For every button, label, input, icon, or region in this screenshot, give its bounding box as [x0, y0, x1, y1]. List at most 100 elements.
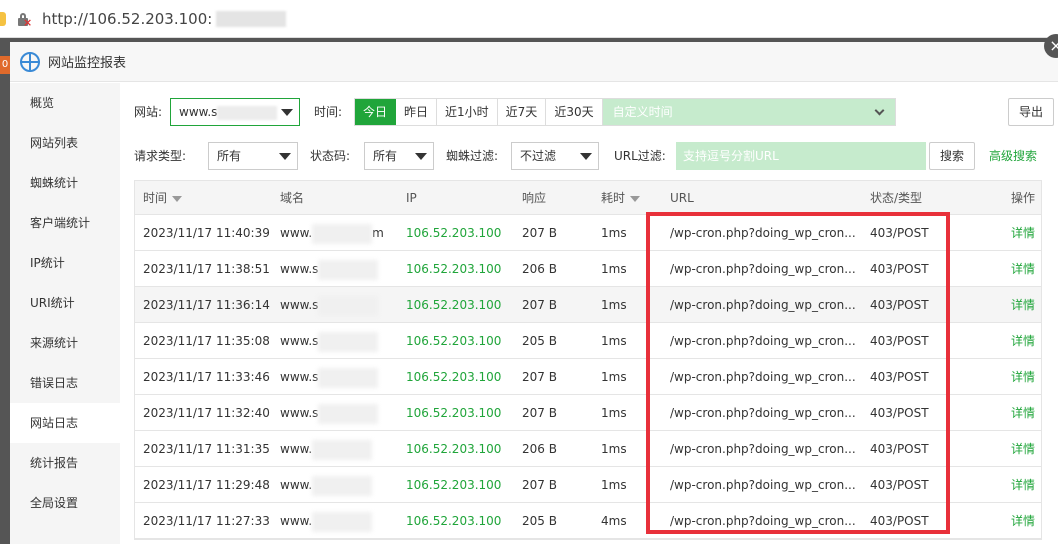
status-code-label: 状态码: [310, 149, 351, 163]
cell-ip: 106.52.203.100 [406, 298, 502, 312]
request-type-select[interactable]: 所有 [208, 142, 298, 170]
export-button[interactable]: 导出 [1008, 98, 1054, 126]
redacted-domain [318, 331, 379, 352]
sidebar-item[interactable]: 网站列表 [10, 123, 120, 163]
redacted-domain [312, 475, 373, 496]
cell-ip: 106.52.203.100 [406, 406, 502, 420]
cell-op[interactable]: 详情 [1011, 395, 1035, 431]
header-time[interactable]: 时间 [143, 181, 183, 215]
table-row: 2023/11/17 11:33:46 www.s 106.52.203.100 20… [135, 359, 1041, 395]
dialog-header: 网站监控报表 [10, 42, 1058, 82]
time-yesterday-button[interactable]: 昨日 [396, 99, 438, 125]
search-button[interactable]: 搜索 [929, 142, 975, 170]
cell-size: 207 B [522, 478, 557, 492]
domain-text: www.s [280, 262, 319, 276]
cell-ip: 106.52.203.100 [406, 334, 502, 348]
sidebar-item[interactable]: 全局设置 [10, 483, 120, 523]
cell-size: 206 B [522, 442, 557, 456]
cell-ip: 106.52.203.100 [406, 262, 502, 276]
advanced-search-link[interactable]: 高级搜索 [989, 142, 1037, 170]
redacted-domain [318, 259, 379, 280]
cell-time: 2023/11/17 11:32:40 [143, 406, 270, 420]
time-1h-button[interactable]: 近1小时 [437, 99, 498, 125]
custom-time-select[interactable]: 自定义时间 [602, 99, 895, 125]
cell-url: /wp-cron.php?doing_wp_cron... [670, 370, 856, 384]
header-cost[interactable]: 耗时 [601, 181, 641, 215]
sort-down-icon [630, 195, 641, 202]
sidebar-item[interactable]: 来源统计 [10, 323, 120, 363]
table-row: 2023/11/17 11:29:48 www. 106.52.203.100 207… [135, 467, 1041, 503]
sidebar-item[interactable]: 客户端统计 [10, 203, 120, 243]
tab-edge [0, 11, 6, 26]
cell-url: /wp-cron.php?doing_wp_cron... [670, 478, 856, 492]
request-type-value: 所有 [217, 149, 242, 163]
cell-ip: 106.52.203.100 [406, 370, 502, 384]
sidebar-item[interactable]: 概览 [10, 83, 120, 123]
spider-filter-value: 不过滤 [520, 149, 557, 163]
cell-op[interactable]: 详情 [1011, 431, 1035, 467]
cell-domain: www. [280, 467, 373, 503]
cell-size: 207 B [522, 226, 557, 240]
spider-filter-select[interactable]: 不过滤 [511, 142, 599, 170]
time-7d-button[interactable]: 近7天 [497, 99, 547, 125]
cell-op[interactable]: 详情 [1011, 251, 1035, 287]
cell-cost: 1ms [601, 298, 627, 312]
table-body: 2023/11/17 11:40:39 www. m 106.52.203.100 20… [135, 215, 1041, 539]
site-select[interactable]: www.s [170, 98, 300, 126]
cell-op[interactable]: 详情 [1011, 215, 1035, 251]
table-row: 2023/11/17 11:32:40 www.s 106.52.203.100 20… [135, 395, 1041, 431]
sidebar-item[interactable]: 蜘蛛统计 [10, 163, 120, 203]
cell-op[interactable]: 详情 [1011, 359, 1035, 395]
cell-time: 2023/11/17 11:38:51 [143, 262, 270, 276]
url-text[interactable]: http://106.52.203.100: [42, 10, 212, 28]
sidebar-item[interactable]: 网站日志 [10, 403, 120, 443]
redacted-domain [312, 223, 373, 244]
cell-domain: www.s [280, 251, 379, 287]
domain-text: www.s [280, 370, 319, 384]
chevron-down-icon [281, 109, 293, 116]
cell-op[interactable]: 详情 [1011, 467, 1035, 503]
header-time-label: 时间 [143, 191, 168, 205]
cell-op[interactable]: 详情 [1011, 323, 1035, 359]
cell-op[interactable]: 详情 [1011, 503, 1035, 539]
cell-ip: 106.52.203.100 [406, 478, 502, 492]
cell-domain: www. m [280, 215, 384, 251]
globe-icon [20, 51, 40, 72]
insecure-lock-icon[interactable]: × [16, 12, 32, 28]
time-today-button[interactable]: 今日 [355, 99, 397, 125]
sidebar-item[interactable]: IP统计 [10, 243, 120, 283]
spider-filter-label: 蜘蛛过滤: [446, 149, 499, 163]
cell-cost: 1ms [601, 226, 627, 240]
cell-domain: www.s [280, 395, 379, 431]
header-domain: 域名 [280, 191, 305, 205]
left-badge: 0 [0, 56, 10, 74]
domain-text: www. [280, 478, 313, 492]
cell-status: 403/POST [870, 262, 929, 276]
cell-time: 2023/11/17 11:40:39 [143, 226, 270, 240]
redacted-domain [312, 511, 373, 532]
cell-ip: 106.52.203.100 [406, 514, 502, 528]
sidebar-item[interactable]: 错误日志 [10, 363, 120, 403]
address-bar[interactable]: × http://106.52.203.100: [0, 0, 1058, 38]
cell-cost: 1ms [601, 334, 627, 348]
table-header: 时间 域名 IP 响应 耗时 URL 状态/类型 操作 [135, 181, 1041, 215]
cell-url: /wp-cron.php?doing_wp_cron... [670, 442, 856, 456]
cell-time: 2023/11/17 11:36:14 [143, 298, 270, 312]
domain-text: www.s [280, 334, 319, 348]
chevron-down-icon [580, 153, 592, 160]
status-code-select[interactable]: 所有 [364, 142, 434, 170]
cell-time: 2023/11/17 11:31:35 [143, 442, 270, 456]
time-30d-button[interactable]: 近30天 [546, 99, 603, 125]
table-row: 2023/11/17 11:40:39 www. m 106.52.203.100 20… [135, 215, 1041, 251]
cell-op[interactable]: 详情 [1011, 287, 1035, 323]
url-filter-input[interactable]: 支持逗号分割URL [676, 142, 926, 170]
header-status-type: 状态/类型 [870, 191, 923, 205]
site-select-value: www.s [179, 105, 218, 119]
cell-size: 207 B [522, 370, 557, 384]
sidebar-item[interactable]: URI统计 [10, 283, 120, 323]
cell-url: /wp-cron.php?doing_wp_cron... [670, 226, 856, 240]
cell-domain: www.s [280, 323, 379, 359]
sidebar-item[interactable]: 统计报告 [10, 443, 120, 483]
cell-url: /wp-cron.php?doing_wp_cron... [670, 298, 856, 312]
cell-time: 2023/11/17 11:35:08 [143, 334, 270, 348]
